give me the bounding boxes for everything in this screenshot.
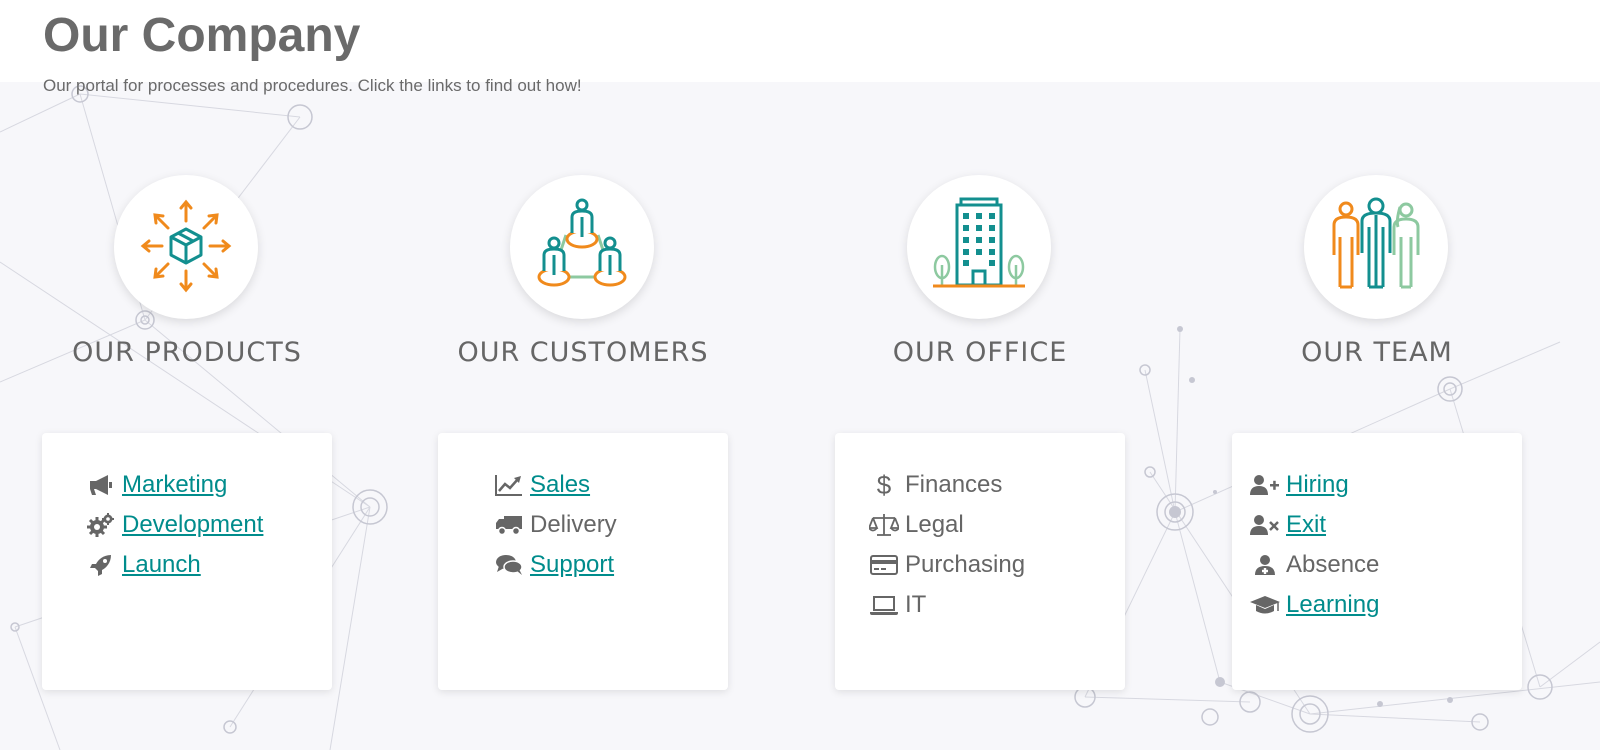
user-times-icon xyxy=(1248,511,1282,539)
product-distribution-icon xyxy=(114,175,258,319)
list-item-it: IT xyxy=(867,585,1025,625)
section-heading: OUR OFFICE xyxy=(892,337,1068,368)
credit-card-icon xyxy=(867,551,901,579)
section-heading: OUR TEAM xyxy=(1301,337,1453,368)
graduation-cap-icon xyxy=(1248,591,1282,619)
section-heading: OUR CUSTOMERS xyxy=(457,337,709,368)
gears-icon xyxy=(84,511,118,539)
sections-container: OUR PRODUCTS Marketing Development Launc… xyxy=(0,0,1600,750)
learning-link[interactable]: Learning xyxy=(1286,591,1379,619)
rocket-icon xyxy=(84,551,118,579)
list-item-hiring: Hiring xyxy=(1248,465,1379,505)
support-link[interactable]: Support xyxy=(530,551,614,579)
dollar-icon: $ xyxy=(876,469,892,500)
section-card: Sales Delivery Support xyxy=(438,433,728,690)
chart-line-icon xyxy=(492,471,526,499)
list-item-legal: Legal xyxy=(867,505,1025,545)
customer-network-icon xyxy=(510,175,654,319)
user-plus-icon xyxy=(1248,471,1282,499)
list-item-marketing: Marketing xyxy=(84,465,263,505)
scale-icon xyxy=(867,511,901,539)
list-item-development: Development xyxy=(84,505,263,545)
team-people-icon xyxy=(1304,175,1448,319)
section-card: Hiring Exit Absence Learning xyxy=(1232,433,1522,690)
list-item-absence: Absence xyxy=(1248,545,1379,585)
delivery-label: Delivery xyxy=(530,511,617,538)
laptop-icon xyxy=(867,591,901,619)
section-heading: OUR PRODUCTS xyxy=(72,337,302,368)
legal-label: Legal xyxy=(905,511,964,538)
chat-bubbles-icon xyxy=(492,551,526,579)
list-item-support: Support xyxy=(492,545,617,585)
list-item-launch: Launch xyxy=(84,545,263,585)
list-item-learning: Learning xyxy=(1248,585,1379,625)
list-item-purchasing: Purchasing xyxy=(867,545,1025,585)
sales-link[interactable]: Sales xyxy=(530,471,590,499)
development-link[interactable]: Development xyxy=(122,511,263,539)
exit-link[interactable]: Exit xyxy=(1286,511,1326,539)
truck-icon xyxy=(492,511,526,539)
megaphone-icon xyxy=(84,471,118,499)
section-card: $ Finances Legal Purchasing IT xyxy=(835,433,1125,690)
section-card: Marketing Development Launch xyxy=(42,433,332,690)
office-building-icon xyxy=(907,175,1051,319)
list-item-finances: $ Finances xyxy=(867,465,1025,505)
finances-label: Finances xyxy=(905,471,1003,498)
marketing-link[interactable]: Marketing xyxy=(122,471,227,499)
list-item-exit: Exit xyxy=(1248,505,1379,545)
list-item-sales: Sales xyxy=(492,465,617,505)
launch-link[interactable]: Launch xyxy=(122,551,201,579)
it-label: IT xyxy=(905,591,927,618)
absence-label: Absence xyxy=(1286,551,1380,578)
hiring-link[interactable]: Hiring xyxy=(1286,471,1349,499)
user-doctor-icon xyxy=(1248,551,1282,579)
purchasing-label: Purchasing xyxy=(905,551,1026,578)
list-item-delivery: Delivery xyxy=(492,505,617,545)
